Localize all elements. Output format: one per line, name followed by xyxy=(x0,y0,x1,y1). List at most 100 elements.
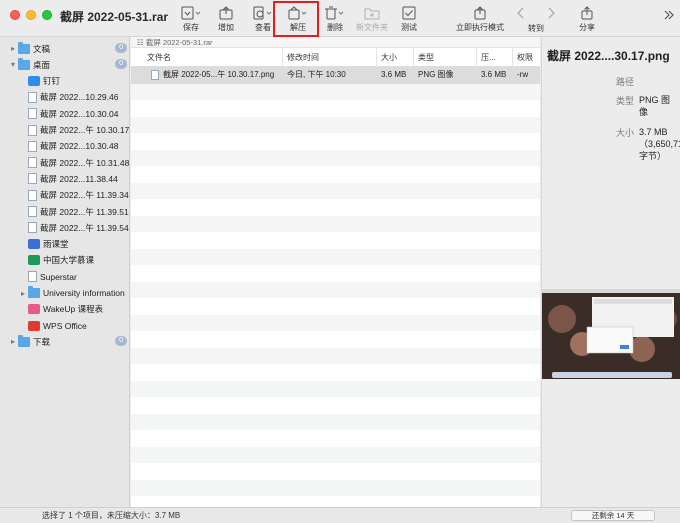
sidebar-item[interactable]: 截屏 2022...10.29.46 xyxy=(0,90,130,105)
ding-app-icon xyxy=(28,76,40,87)
sidebar-item-label: 钉钉 xyxy=(43,76,61,87)
sidebar-item[interactable]: ▸ 文稿 0 xyxy=(0,41,130,56)
count-badge: 0 xyxy=(115,43,127,53)
column-compressed[interactable]: 压... xyxy=(477,48,513,67)
chevron-down-icon[interactable]: ▾ xyxy=(8,60,18,69)
empty-row xyxy=(131,100,540,117)
cell-size: 3.6 MB xyxy=(381,70,407,79)
folder-icon xyxy=(18,41,30,54)
zoom-window-button[interactable] xyxy=(42,10,52,20)
image-preview xyxy=(542,289,680,379)
image-file-icon xyxy=(28,91,37,103)
view-icon xyxy=(253,6,272,19)
new-folder-label: 新文件夹 xyxy=(356,23,388,32)
add-button[interactable]: 增加 xyxy=(218,4,234,34)
count-badge: 0 xyxy=(115,59,127,70)
table-row[interactable]: 截屏 2022-05...午 10.30.17.png 今日, 下午 10:30 3… xyxy=(131,67,540,84)
empty-row xyxy=(131,215,540,232)
empty-row xyxy=(131,397,540,414)
empty-row xyxy=(131,232,540,249)
status-text: 选择了 1 个项目，未压缩大小：3.7 MB xyxy=(42,511,181,520)
empty-row xyxy=(131,116,540,133)
chevron-right-icon[interactable]: ▸ xyxy=(8,44,18,53)
empty-row xyxy=(131,265,540,282)
sidebar-item-label: 截屏 2022...午 10.31.48 xyxy=(40,157,130,168)
column-permissions[interactable]: 权限 xyxy=(513,48,540,67)
sidebar-item[interactable]: WakeUp 课程表 xyxy=(0,302,130,317)
more-toolbar-button[interactable] xyxy=(663,6,675,36)
sidebar-item-label: 截屏 2022...10.30.48 xyxy=(40,141,119,152)
sidebar-item[interactable]: 截屏 2022...午 10.31.48 xyxy=(0,155,130,170)
sidebar-item[interactable]: 截屏 2022...10.30.04 xyxy=(0,106,130,121)
cell-type: PNG 图像 xyxy=(418,70,454,79)
view-button[interactable]: 查看 xyxy=(252,4,274,34)
sidebar-item-label: 下载 xyxy=(33,336,51,347)
sidebar-item[interactable]: 截屏 2022...午 10.30.17 xyxy=(0,123,130,138)
column-modified[interactable]: 修改时间 xyxy=(283,48,377,67)
empty-row xyxy=(131,331,540,348)
share-button[interactable]: 分享 xyxy=(579,4,595,34)
sidebar-item[interactable]: ▸ 下载 0 xyxy=(0,334,130,349)
chevron-right-icon[interactable]: ▸ xyxy=(18,289,28,298)
empty-row xyxy=(131,83,540,100)
sidebar-item[interactable]: 钉钉 xyxy=(0,74,130,89)
sidebar-item-label: 截屏 2022...11.38.44 xyxy=(40,173,118,184)
window-controls xyxy=(10,10,52,20)
empty-row xyxy=(131,463,540,480)
sidebar-item[interactable]: ▸ University information xyxy=(0,286,130,301)
save-button[interactable]: 保存 xyxy=(180,4,202,34)
table-header: 文件名 修改时间 大小 类型 压... 权限 xyxy=(131,48,540,67)
empty-row xyxy=(131,166,540,183)
sidebar-item[interactable]: ▾ 桌面 0 xyxy=(0,57,130,72)
empty-row xyxy=(131,182,540,199)
delete-button[interactable]: 删除 xyxy=(324,4,346,34)
run-mode-button[interactable]: 立即执行模式 xyxy=(456,4,504,34)
sidebar-item[interactable]: 截屏 2022...午 11.39.51 xyxy=(0,204,130,219)
sidebar-item[interactable]: 截屏 2022...午 11.39.34 xyxy=(0,188,130,203)
minimize-window-button[interactable] xyxy=(26,10,36,20)
add-icon xyxy=(219,5,233,19)
image-file-icon xyxy=(28,157,37,169)
sidebar-item[interactable]: WPS Office xyxy=(0,318,130,333)
new-folder-button[interactable]: 新文件夹 xyxy=(356,4,388,34)
new-folder-icon xyxy=(364,8,380,19)
preview-thumbnail xyxy=(542,289,680,379)
back-button[interactable] xyxy=(516,4,526,34)
image-file-icon xyxy=(28,222,37,234)
chevron-right-icon[interactable]: ▸ xyxy=(8,337,18,346)
column-size[interactable]: 大小 xyxy=(377,48,414,67)
window-title: 截屏 2022-05-31.rar xyxy=(60,10,169,24)
sidebar-item-label: 中国大学慕课 xyxy=(43,255,95,266)
sidebar-item[interactable]: 截屏 2022...11.38.44 xyxy=(0,171,130,186)
empty-row xyxy=(131,281,540,298)
share-icon xyxy=(581,5,593,19)
sidebar-item-label: 桌面 xyxy=(33,59,51,70)
trial-remaining-button[interactable]: 还剩余 14 天 xyxy=(571,510,655,521)
forward-button[interactable] xyxy=(546,4,556,34)
delete-label: 删除 xyxy=(327,23,343,32)
test-label: 测试 xyxy=(401,23,417,32)
empty-row xyxy=(131,248,540,265)
empty-row xyxy=(131,364,540,381)
sidebar-item-label: University information xyxy=(43,288,125,298)
close-window-button[interactable] xyxy=(10,10,20,20)
image-file-icon xyxy=(28,140,37,152)
sidebar-item[interactable]: 截屏 2022...午 11.39.54 xyxy=(0,220,130,235)
sidebar-item[interactable]: Superstar xyxy=(0,269,130,284)
goto-label: 转到 xyxy=(528,24,544,33)
sidebar-item[interactable]: 中国大学慕课 xyxy=(0,253,130,268)
sidebar-item[interactable]: 雨课堂 xyxy=(0,237,130,252)
test-button[interactable]: 测试 xyxy=(401,4,417,34)
sidebar-item[interactable]: 截屏 2022...10.30.48 xyxy=(0,139,130,154)
empty-row xyxy=(131,199,540,216)
mooc-app-icon xyxy=(28,255,40,266)
column-name[interactable]: 文件名 xyxy=(131,48,283,67)
document-icon xyxy=(28,271,37,283)
sidebar-item-label: WPS Office xyxy=(43,320,87,331)
double-chevron-right-icon xyxy=(664,10,674,19)
extract-highlight xyxy=(273,1,319,37)
empty-row xyxy=(131,314,540,331)
column-type[interactable]: 类型 xyxy=(414,48,477,67)
empty-row xyxy=(131,446,540,463)
image-file-icon xyxy=(28,206,37,217)
